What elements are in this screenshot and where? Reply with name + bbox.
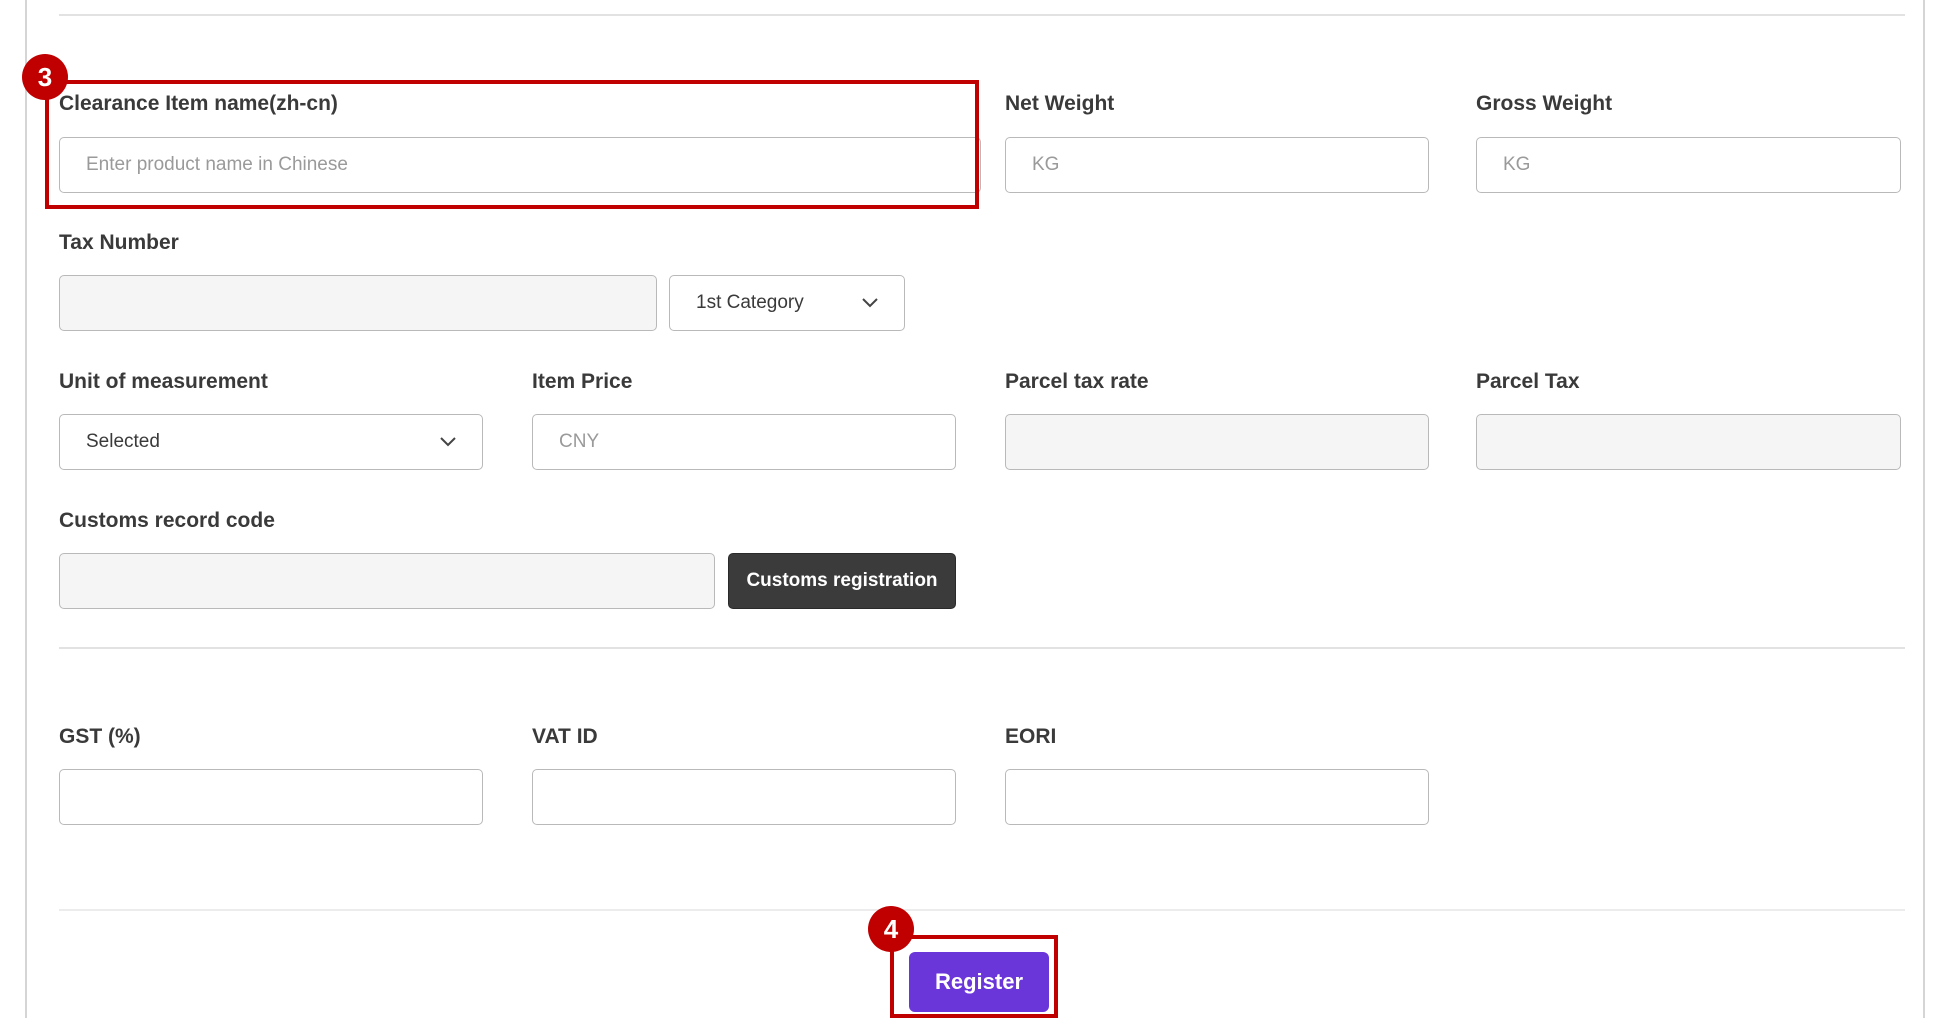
gst-input[interactable] bbox=[59, 769, 483, 825]
chevron-down-icon bbox=[860, 293, 880, 313]
customs-record-code-label: Customs record code bbox=[59, 509, 275, 532]
gst-label: GST (%) bbox=[59, 725, 141, 748]
parcel-tax-rate-input[interactable] bbox=[1005, 414, 1429, 470]
vat-id-label: VAT ID bbox=[532, 725, 598, 748]
eori-label: EORI bbox=[1005, 725, 1057, 748]
net-weight-placeholder: KG bbox=[1032, 154, 1060, 175]
highlight-box-step3 bbox=[45, 80, 979, 209]
parcel-tax-label: Parcel Tax bbox=[1476, 370, 1580, 393]
category-select[interactable]: 1st Category bbox=[669, 275, 905, 331]
tax-number-label: Tax Number bbox=[59, 231, 179, 254]
gross-weight-label: Gross Weight bbox=[1476, 92, 1613, 115]
vat-id-input[interactable] bbox=[532, 769, 956, 825]
item-price-placeholder: CNY bbox=[559, 431, 600, 452]
item-price-input[interactable]: CNY bbox=[532, 414, 956, 470]
customs-registration-button[interactable]: Customs registration bbox=[728, 553, 956, 609]
gross-weight-placeholder: KG bbox=[1503, 154, 1531, 175]
item-price-label: Item Price bbox=[532, 370, 633, 393]
tax-number-input[interactable] bbox=[59, 275, 657, 331]
step-marker-3: 3 bbox=[22, 54, 68, 100]
top-divider bbox=[59, 14, 1905, 16]
chevron-down-icon bbox=[438, 432, 458, 452]
unit-of-measurement-value: Selected bbox=[86, 431, 160, 452]
bottom-divider bbox=[59, 909, 1905, 911]
middle-divider bbox=[59, 647, 1905, 649]
net-weight-input[interactable]: KG bbox=[1005, 137, 1429, 193]
customs-record-code-input[interactable] bbox=[59, 553, 715, 609]
net-weight-label: Net Weight bbox=[1005, 92, 1115, 115]
step-marker-4: 4 bbox=[868, 906, 914, 952]
highlight-box-step4 bbox=[890, 935, 1058, 1018]
gross-weight-input[interactable]: KG bbox=[1476, 137, 1901, 193]
unit-of-measurement-label: Unit of measurement bbox=[59, 370, 268, 393]
eori-input[interactable] bbox=[1005, 769, 1429, 825]
parcel-tax-rate-label: Parcel tax rate bbox=[1005, 370, 1149, 393]
parcel-tax-input[interactable] bbox=[1476, 414, 1901, 470]
unit-of-measurement-select[interactable]: Selected bbox=[59, 414, 483, 470]
category-select-value: 1st Category bbox=[696, 292, 804, 313]
